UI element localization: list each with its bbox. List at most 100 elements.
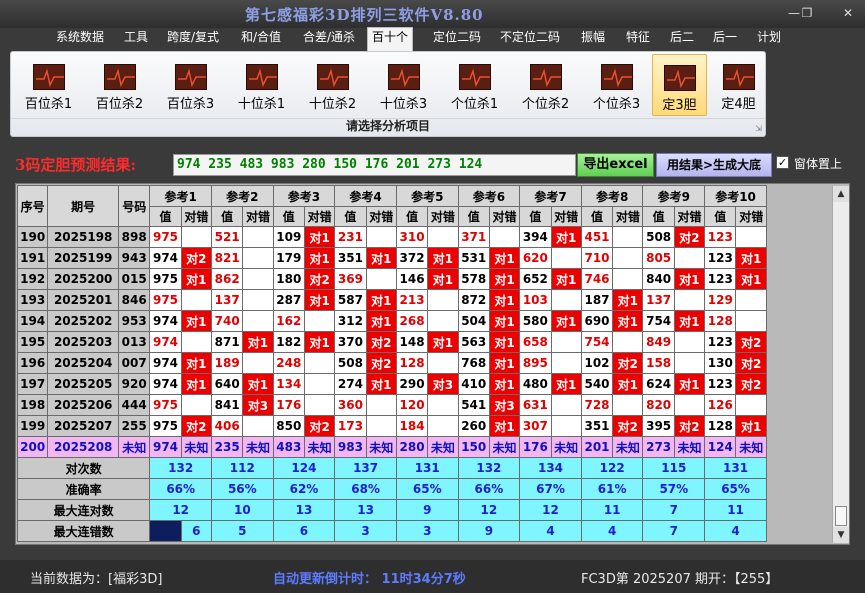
- ribbon-button-0[interactable]: 百位杀1: [21, 54, 76, 116]
- ribbon-button-9[interactable]: 定3胆: [652, 54, 707, 116]
- pending-row[interactable]: 200 2025208 未知 974 未知 235 未知 483 未知 983 未知 280 未知 150…: [16, 436, 767, 458]
- ref-value: 187: [580, 289, 614, 311]
- pending-hit: 未知: [612, 436, 644, 458]
- menu-item-5[interactable]: 百十个: [367, 27, 414, 51]
- table-row[interactable]: 191 2025199 943 974 对2 821 179 对1 351 对1 372 对1 531 对…: [16, 247, 767, 269]
- ref-value: 895: [519, 352, 552, 374]
- menu-item-9[interactable]: 特征: [622, 28, 654, 50]
- stay-on-top-checkbox[interactable]: ✓: [776, 156, 789, 169]
- scroll-down-icon[interactable]: ▼: [833, 527, 849, 543]
- col-header-ref-2[interactable]: 参考2: [211, 185, 274, 207]
- col-header-ref-4[interactable]: 参考4: [334, 185, 397, 207]
- row-issue: 2025204: [47, 352, 120, 374]
- ref-value: 974: [149, 310, 182, 332]
- col-header-ref-5[interactable]: 参考5: [395, 185, 459, 207]
- col-header-ref-1[interactable]: 参考1: [149, 185, 212, 207]
- menu-item-8[interactable]: 振幅: [577, 28, 609, 50]
- stat-value: 13: [272, 499, 336, 521]
- row-code: 943: [118, 247, 151, 269]
- vertical-scrollbar[interactable]: ▲ ▼: [832, 186, 849, 543]
- ribbon-button-6[interactable]: 个位杀1: [447, 54, 502, 116]
- ref-hit: [365, 415, 397, 437]
- table-row[interactable]: 190 2025198 898 975 521 109 对1 231 310 371 394 对1 45…: [16, 226, 767, 248]
- stat-value: 115: [642, 457, 706, 479]
- ref-hit: [365, 226, 397, 248]
- table-row[interactable]: 199 2025207 255 975 对2 406 850 对2 173 184 260 对1 307…: [16, 415, 767, 437]
- ref-value: 624: [642, 373, 675, 395]
- scroll-thumb[interactable]: [835, 506, 847, 526]
- result-field[interactable]: 974 235 483 983 280 150 176 201 273 124: [173, 154, 576, 176]
- ref-hit: [612, 268, 644, 290]
- ref-value: 148: [395, 331, 429, 353]
- col-header-ref-3[interactable]: 参考3: [272, 185, 336, 207]
- ref-hit: 对2: [180, 247, 213, 269]
- ref-value: 274: [334, 373, 367, 395]
- ref-value: 287: [272, 289, 305, 311]
- ref-hit: 对1: [365, 289, 397, 311]
- close-icon[interactable]: ✕: [836, 4, 860, 22]
- col-header-ref-7[interactable]: 参考7: [519, 185, 582, 207]
- ribbon-button-10[interactable]: 定4胆: [711, 54, 766, 116]
- col-header-ref-6[interactable]: 参考6: [457, 185, 521, 207]
- col-header-ref-8[interactable]: 参考8: [580, 185, 644, 207]
- table-row[interactable]: 194 2025202 953 974 对1 740 162 312 对1 268 504 对1 580…: [16, 310, 767, 332]
- table-row[interactable]: 193 2025201 846 975 137 287 对1 587 对1 213 872 对1 103…: [16, 289, 767, 311]
- ref-hit: [180, 226, 213, 248]
- ref-value: 975: [149, 268, 182, 290]
- ref-value: 231: [334, 226, 367, 248]
- ribbon-button-7[interactable]: 个位杀2: [518, 54, 573, 116]
- row-issue: 2025198: [47, 226, 120, 248]
- stat-row: 最大连错数 6 5 6 3 3 9 4 4 7 4: [16, 520, 767, 542]
- ribbon-button-1[interactable]: 百位杀2: [92, 54, 147, 116]
- menu-item-2[interactable]: 跨度/复式: [163, 28, 223, 50]
- ribbon-expand-icon[interactable]: ⇲: [755, 124, 762, 133]
- menu-item-3[interactable]: 和/合值: [237, 28, 285, 50]
- table-row[interactable]: 197 2025205 920 974 对1 640 对1 134 274 对1 290 对3 410 对…: [16, 373, 767, 395]
- menu-item-7[interactable]: 不定位二码: [496, 28, 564, 50]
- table-row[interactable]: 198 2025206 444 975 841 对3 176 360 120 541 对3 631 72…: [16, 394, 767, 416]
- scroll-up-icon[interactable]: ▲: [833, 186, 849, 202]
- ref-hit: 对1: [180, 268, 213, 290]
- pending-hit: 未知: [180, 436, 213, 458]
- col-header-issue[interactable]: 期号: [47, 185, 120, 227]
- ref-hit: [735, 310, 767, 332]
- selection-block[interactable]: [149, 520, 182, 542]
- ref-hit: 对1: [303, 247, 336, 269]
- generate-base-button[interactable]: 用结果>生成大底: [656, 153, 772, 177]
- ref-value: 179: [272, 247, 305, 269]
- ref-hit: [612, 226, 644, 248]
- restore-icon[interactable]: ❐: [795, 4, 819, 22]
- menu-item-6[interactable]: 定位二码: [429, 28, 485, 50]
- table-row[interactable]: 196 2025204 007 974 对1 189 248 508 对2 128 768 对1 895…: [16, 352, 767, 374]
- ribbon-button-3[interactable]: 十位杀1: [234, 54, 289, 116]
- menu-item-12[interactable]: 计划: [753, 28, 785, 50]
- stat-value: 11: [580, 499, 644, 521]
- ref-value: 128: [704, 415, 737, 437]
- table-row[interactable]: 195 2025203 013 974 871 对1 182 对1 370 对2 148 对1 563 对…: [16, 331, 767, 353]
- menu-item-4[interactable]: 合差/通杀: [299, 28, 359, 50]
- ref-hit: [735, 394, 767, 416]
- export-excel-button[interactable]: 导出excel: [577, 153, 654, 177]
- menu-item-11[interactable]: 后一: [709, 28, 741, 50]
- col-header-id[interactable]: 序号: [16, 185, 49, 227]
- ribbon-button-4[interactable]: 十位杀2: [305, 54, 360, 116]
- ribbon-button-2[interactable]: 百位杀3: [163, 54, 218, 116]
- col-header-ref-9[interactable]: 参考9: [642, 185, 706, 207]
- trend-chart-icon: [529, 64, 562, 90]
- subheader-value: 值: [519, 206, 552, 227]
- ref-hit: 对2: [365, 331, 397, 353]
- ribbon-button-5[interactable]: 十位杀3: [376, 54, 431, 116]
- ribbon-button-8[interactable]: 个位杀3: [589, 54, 644, 116]
- menu-item-10[interactable]: 后二: [666, 28, 698, 50]
- ribbon-button-label: 百位杀1: [24, 97, 73, 112]
- stat-value: 132: [457, 457, 521, 479]
- stat-value: 11: [704, 499, 767, 521]
- table-row[interactable]: 192 2025200 015 975 对1 862 180 对2 369 146 对1 578 对1 6…: [16, 268, 767, 290]
- menu-item-1[interactable]: 工具: [120, 28, 152, 50]
- stat-value: 3: [395, 520, 459, 542]
- subheader-hit: 对错: [427, 206, 459, 227]
- menu-item-0[interactable]: 系统数据: [52, 28, 108, 50]
- col-header-ref-10[interactable]: 参考10: [704, 185, 767, 207]
- col-header-code[interactable]: 号码: [118, 185, 151, 227]
- ribbon-button-label: 定3胆: [662, 98, 697, 113]
